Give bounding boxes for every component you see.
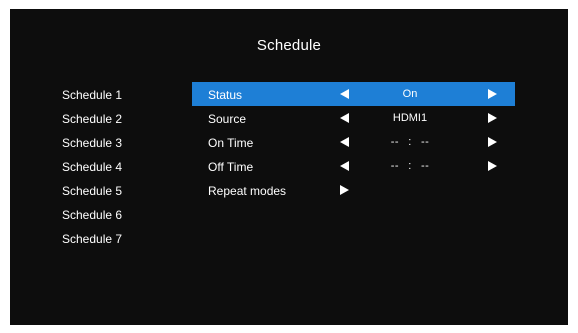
arrow-left-icon[interactable] xyxy=(340,137,349,147)
arrow-left-icon[interactable] xyxy=(340,161,349,171)
schedule-item-3[interactable]: Schedule 3 xyxy=(62,136,122,160)
arrow-right-icon[interactable] xyxy=(488,113,497,123)
repeat-modes-row[interactable]: Repeat modes xyxy=(192,178,515,202)
on-time-label: On Time xyxy=(208,136,254,150)
on-time-separator: : xyxy=(408,136,412,148)
arrow-right-icon[interactable] xyxy=(340,185,349,195)
on-time-hour: -- xyxy=(390,136,400,148)
off-time-hour: -- xyxy=(390,160,400,172)
status-value: On xyxy=(402,88,418,100)
schedule-screen: Schedule Schedule 1 Schedule 2 Schedule … xyxy=(10,9,568,325)
on-time-row[interactable]: On Time -- : -- xyxy=(192,130,515,154)
schedule-item-1[interactable]: Schedule 1 xyxy=(62,88,122,112)
settings-panel: Status On Source HDMI1 On Time -- : -- O… xyxy=(192,82,515,202)
schedule-item-4[interactable]: Schedule 4 xyxy=(62,160,122,184)
schedule-list: Schedule 1 Schedule 2 Schedule 3 Schedul… xyxy=(62,88,122,256)
arrow-right-icon[interactable] xyxy=(488,89,497,99)
schedule-item-2[interactable]: Schedule 2 xyxy=(62,112,122,136)
arrow-left-icon[interactable] xyxy=(340,113,349,123)
arrow-right-icon[interactable] xyxy=(488,137,497,147)
off-time-minute: -- xyxy=(420,160,430,172)
off-time-value: -- : -- xyxy=(370,160,450,172)
schedule-item-7[interactable]: Schedule 7 xyxy=(62,232,122,256)
status-label: Status xyxy=(208,88,243,102)
off-time-label: Off Time xyxy=(208,160,254,174)
off-time-separator: : xyxy=(408,160,412,172)
schedule-item-5[interactable]: Schedule 5 xyxy=(62,184,122,208)
on-time-value: -- : -- xyxy=(370,136,450,148)
arrow-left-icon[interactable] xyxy=(340,89,349,99)
on-time-minute: -- xyxy=(420,136,430,148)
repeat-modes-label: Repeat modes xyxy=(208,184,287,198)
source-value: HDMI1 xyxy=(392,112,428,124)
arrow-right-icon[interactable] xyxy=(488,161,497,171)
source-label: Source xyxy=(208,112,247,126)
source-row[interactable]: Source HDMI1 xyxy=(192,106,515,130)
schedule-item-6[interactable]: Schedule 6 xyxy=(62,208,122,232)
page-title: Schedule xyxy=(256,37,322,54)
status-row[interactable]: Status On xyxy=(192,82,515,106)
off-time-row[interactable]: Off Time -- : -- xyxy=(192,154,515,178)
